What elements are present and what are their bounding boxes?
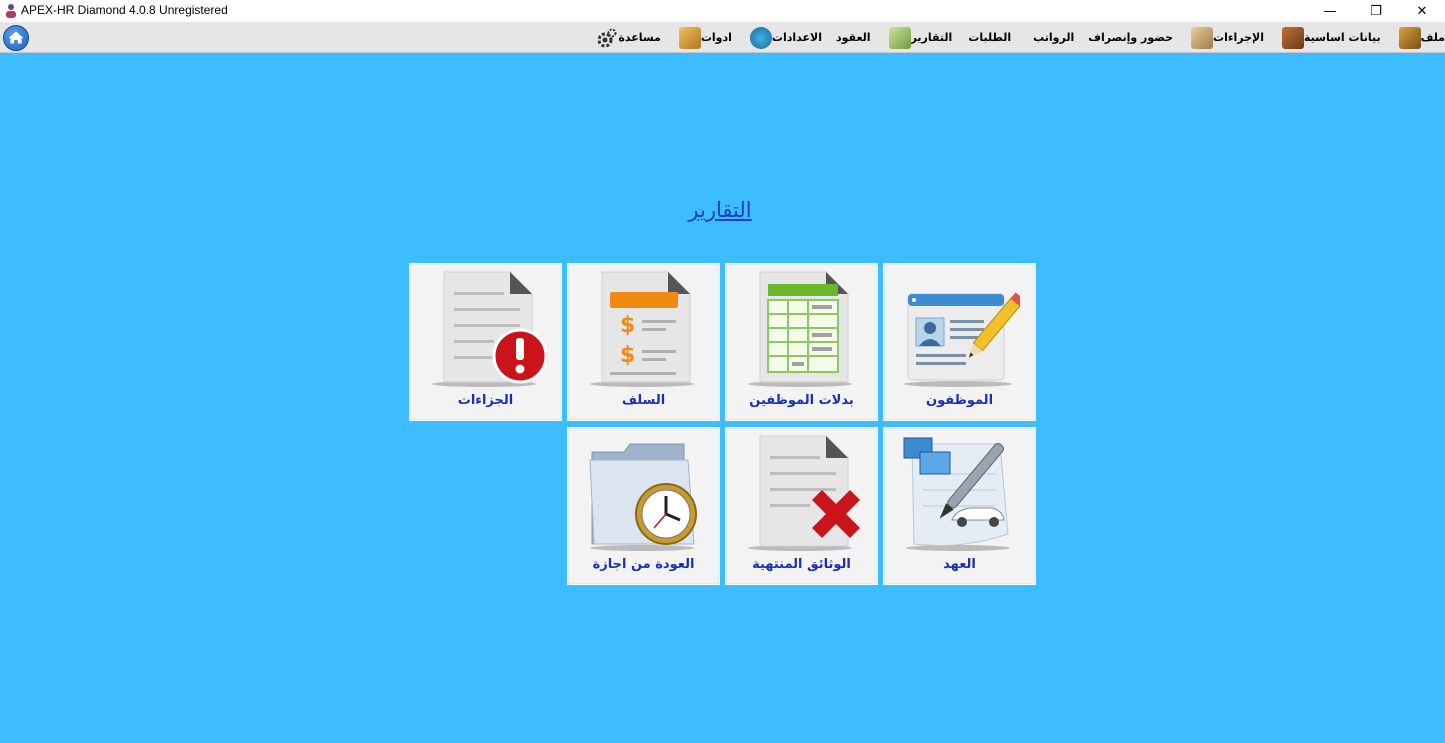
menu-basic-data[interactable]: بيانات اساسية (1278, 22, 1381, 53)
close-button[interactable]: ✕ (1399, 0, 1445, 22)
menu-file[interactable]: ملف (1395, 22, 1445, 53)
document-alert-icon (432, 271, 546, 387)
procedures-icon (1191, 26, 1214, 49)
menu-bar: ملف بيانات اساسية الإجراءات حضور وإنصراف… (0, 22, 1445, 53)
tile-penalties[interactable]: الجزاءات (409, 263, 562, 421)
tile-employees[interactable]: الموظفون (883, 263, 1036, 421)
minimize-button[interactable]: — (1307, 0, 1353, 22)
help-gear-icon (597, 28, 617, 47)
svg-text:$: $ (620, 313, 635, 338)
tools-icon (678, 26, 701, 49)
menu-procedures[interactable]: الإجراءات (1187, 22, 1264, 53)
tile-label: العودة من اجازة (592, 557, 695, 572)
tile-label: السلف (621, 393, 666, 408)
money-document-icon: $ $ (590, 271, 694, 387)
menu-reports[interactable]: التقارير (885, 22, 952, 53)
custody-pen-car-icon (903, 437, 1010, 551)
tile-label: الجزاءات (457, 393, 514, 408)
menu-settings[interactable]: الاعدادات (746, 22, 822, 53)
id-card-pencil-icon (904, 292, 1020, 387)
tile-label: العهد (943, 557, 976, 572)
app-logo-icon (6, 4, 16, 18)
menu-items: ملف بيانات اساسية الإجراءات حضور وإنصراف… (578, 22, 1445, 53)
svg-text:$: $ (620, 343, 635, 368)
title-bar: APEX-HR Diamond 4.0.8 Unregistered — ❐ ✕ (0, 0, 1445, 22)
menu-attendance[interactable]: حضور وإنصراف (1088, 22, 1173, 53)
menu-tools[interactable]: ادوات (675, 22, 732, 53)
menu-contracts[interactable]: العقود (836, 22, 871, 53)
window-title: APEX-HR Diamond 4.0.8 Unregistered (21, 3, 228, 17)
tile-custody[interactable]: العهد (883, 427, 1036, 585)
tile-label: الموظفون (925, 393, 994, 408)
file-menu-icon (1398, 26, 1421, 49)
tile-allowances[interactable]: بدلات الموظفين (725, 263, 878, 421)
main-area: التقارير الجزاءات $ $ السلف بدلات الموظف… (0, 53, 1445, 743)
tile-return-from-leave[interactable]: العودة من اجازة (567, 427, 720, 585)
tile-label: الوثائق المنتهية (752, 557, 851, 572)
tile-advances[interactable]: $ $ السلف (567, 263, 720, 421)
basic-data-icon (1282, 26, 1304, 49)
tile-label: بدلات الموظفين (749, 393, 854, 408)
reports-icon (888, 26, 911, 49)
document-delete-icon (748, 435, 860, 551)
folder-clock-icon (589, 443, 697, 551)
page-title[interactable]: التقارير (660, 198, 780, 222)
spreadsheet-icon (748, 271, 852, 387)
settings-icon (749, 26, 772, 49)
home-icon[interactable] (3, 25, 29, 51)
menu-requests[interactable]: الطلبات (968, 22, 1011, 53)
menu-help[interactable]: مساعدة (592, 22, 661, 53)
menu-salaries[interactable]: الرواتب (1033, 22, 1074, 53)
tile-expired-documents[interactable]: الوثائق المنتهية (725, 427, 878, 585)
maximize-button[interactable]: ❐ (1353, 0, 1399, 22)
